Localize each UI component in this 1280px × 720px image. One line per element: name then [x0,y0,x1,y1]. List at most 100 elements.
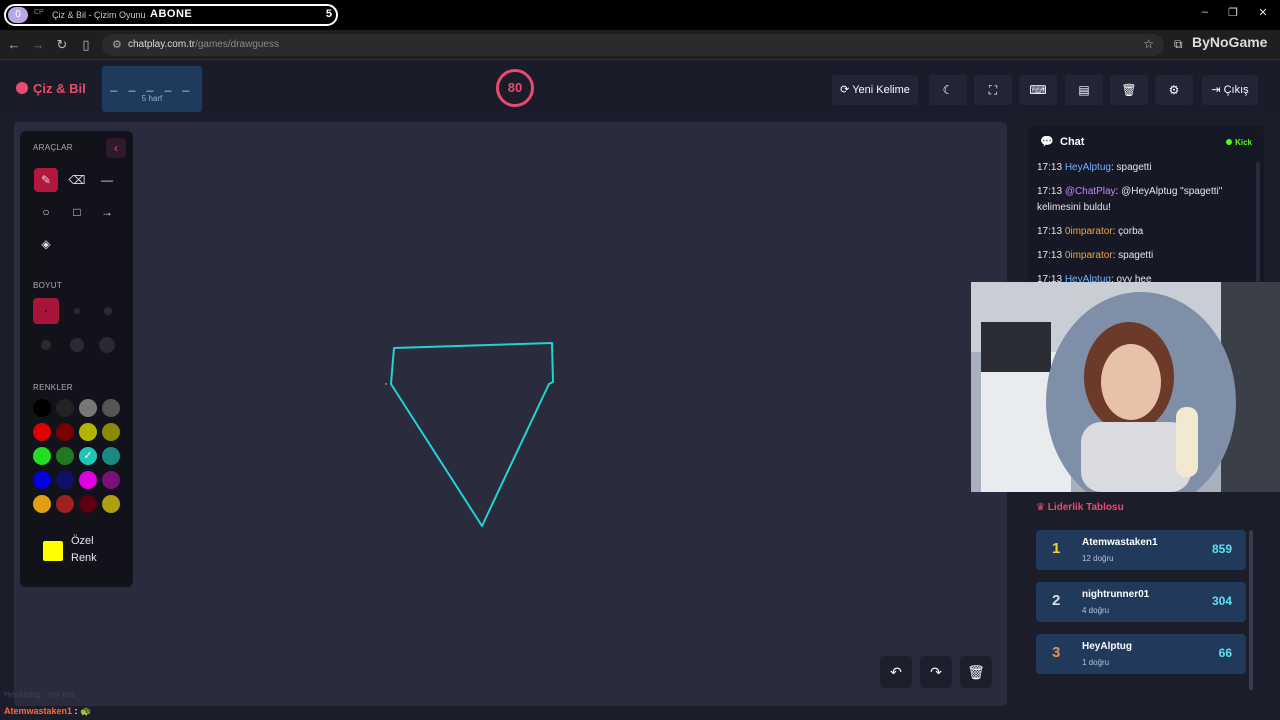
archive-button[interactable]: ▤ [1065,75,1103,105]
color-swatch[interactable] [102,399,120,417]
fill-tool[interactable]: ◈ [34,232,58,256]
undo-button[interactable]: ↶ [880,656,912,688]
chat-user[interactable]: 0imparator [1065,250,1113,261]
redo-button[interactable]: ↷ [920,656,952,688]
leaderboard-title: ♛ Liderlik Tablosu [1036,502,1124,513]
chat-message: 17:13 HeyAlptug: spagetti [1037,160,1242,176]
color-swatch[interactable] [56,471,74,489]
close-icon[interactable]: ✕ [1254,6,1272,19]
chat-message: 17:13 @ChatPlay: @HeyAlptug "spagetti" k… [1037,184,1242,216]
color-swatch[interactable] [56,399,74,417]
round-timer: 80 [496,69,534,107]
color-swatch[interactable] [102,447,120,465]
leaderboard-score: 859 [1211,542,1232,556]
color-swatch[interactable] [102,423,120,441]
collapse-panel-button[interactable]: ‹ [106,138,126,158]
drawing-canvas[interactable] [14,122,1007,706]
app-logo[interactable]: Çiz & Bil [16,81,86,96]
clear-canvas-button[interactable]: 🗑 [960,656,992,688]
tool-panel: ARAÇLAR ‹ ✎ ⌫ — ○ □ → ◈ BOYUT RENKLER ✓ … [20,131,133,587]
circle-tool[interactable]: ○ [34,200,58,224]
crown-icon: ♛ [1036,502,1048,513]
eraser-icon: ⌫ [68,173,86,187]
color-swatch[interactable] [79,471,97,489]
chat-message: 17:13 0imparator: çorba [1037,224,1242,240]
color-swatch[interactable] [56,447,74,465]
color-swatch[interactable] [33,471,51,489]
drawn-stroke [390,342,554,527]
line-tool[interactable]: — [95,168,119,192]
minimize-icon[interactable]: – [1196,6,1214,18]
color-swatch[interactable] [33,399,51,417]
overlay-user: Atemwastaken1 [4,706,73,716]
color-swatch[interactable]: ✓ [79,447,97,465]
back-icon[interactable]: ← [6,37,22,52]
size-option[interactable] [70,338,84,352]
chat-time: 17:13 [1037,226,1065,237]
size-heading: BOYUT [33,281,63,290]
custom-color-label-line1: Özel [71,535,94,547]
leaderboard-rank: 2 [1052,592,1061,609]
color-swatch[interactable] [79,399,97,417]
leaderboard-score: 304 [1211,594,1232,608]
brush-tool[interactable]: ✎ [34,168,58,192]
webcam-image [971,282,1280,492]
word-blanks: _ _ _ _ _ [110,78,194,92]
exit-label: Çıkış [1223,84,1249,96]
bookmark-star-icon[interactable]: ☆ [1143,37,1154,51]
color-swatch[interactable] [102,495,120,513]
chat-text: : spagetti [1112,250,1154,261]
site-info-icon[interactable]: ⚙ [112,38,122,51]
chat-message: 17:13 0imparator: spagetti [1037,248,1242,264]
maximize-icon[interactable]: ❐ [1224,6,1242,19]
eraser-tool[interactable]: ⌫ [65,168,89,192]
rectangle-tool[interactable]: □ [65,200,89,224]
address-bar[interactable]: ⚙ chatplay.com.tr/games/drawguess ☆ [102,34,1164,56]
reload-icon[interactable]: ↻ [54,37,70,53]
color-swatch[interactable] [56,423,74,441]
arrow-tool[interactable]: → [95,200,119,224]
tab-favicon: CP [34,9,44,16]
sidebar-icon[interactable]: ▯ [78,37,94,53]
custom-color-label[interactable]: Özel Renk [71,533,97,567]
leaderboard-scrollbar[interactable] [1249,530,1253,690]
size-option[interactable] [99,337,115,353]
tab-title: Çiz & Bil - Çizim Oyunu [52,10,146,20]
chat-user[interactable]: HeyAlptug [1065,162,1111,173]
trash-button[interactable]: 🗑 [1110,75,1148,105]
moon-icon: ☾ [942,83,954,97]
size-option[interactable] [104,307,112,315]
color-swatch[interactable] [102,471,120,489]
new-word-button[interactable]: ⟳ Yeni Kelime [832,75,918,105]
app-logo-text: Çiz & Bil [33,81,86,96]
size-option[interactable] [41,340,51,350]
dark-mode-button[interactable]: ☾ [929,75,967,105]
color-swatch[interactable] [33,423,51,441]
settings-button[interactable]: ⚙ [1155,75,1193,105]
leaderboard-title-text: Liderlik Tablosu [1047,502,1124,513]
chevron-left-icon: ‹ [114,141,118,155]
archive-icon: ▤ [1078,83,1090,97]
app-header: Çiz & Bil _ _ _ _ _ 5 harf ⟳ Yeni Kelime… [0,61,1280,117]
forward-icon[interactable]: → [30,37,46,52]
color-swatch[interactable] [79,423,97,441]
chat-user[interactable]: 0imparator [1065,226,1113,237]
keyboard-button[interactable]: ⌨ [1019,75,1057,105]
chat-time: 17:13 [1037,162,1065,173]
chat-scrollbar[interactable] [1256,162,1260,282]
color-swatch[interactable] [56,495,74,513]
fullscreen-button[interactable]: ⛶ [974,75,1012,105]
size-option[interactable] [74,308,80,314]
expand-icon: ⛶ [988,83,998,97]
browser-tab[interactable]: 0 CP Çiz & Bil - Çizim Oyunu ABONE 5 [4,4,338,26]
chat-text: : çorba [1112,226,1144,237]
extensions-icon[interactable]: ⧉ [1174,37,1183,52]
color-swatch[interactable] [79,495,97,513]
exit-button[interactable]: ⇥ Çıkış [1202,75,1258,105]
custom-color-swatch[interactable] [43,541,63,561]
chat-user[interactable]: @ChatPlay [1065,186,1116,197]
size-option-selected[interactable] [33,298,59,324]
bynogame-overlay-logo: ByNoGame [1192,34,1268,50]
color-swatch[interactable] [33,447,51,465]
color-swatch[interactable] [33,495,51,513]
